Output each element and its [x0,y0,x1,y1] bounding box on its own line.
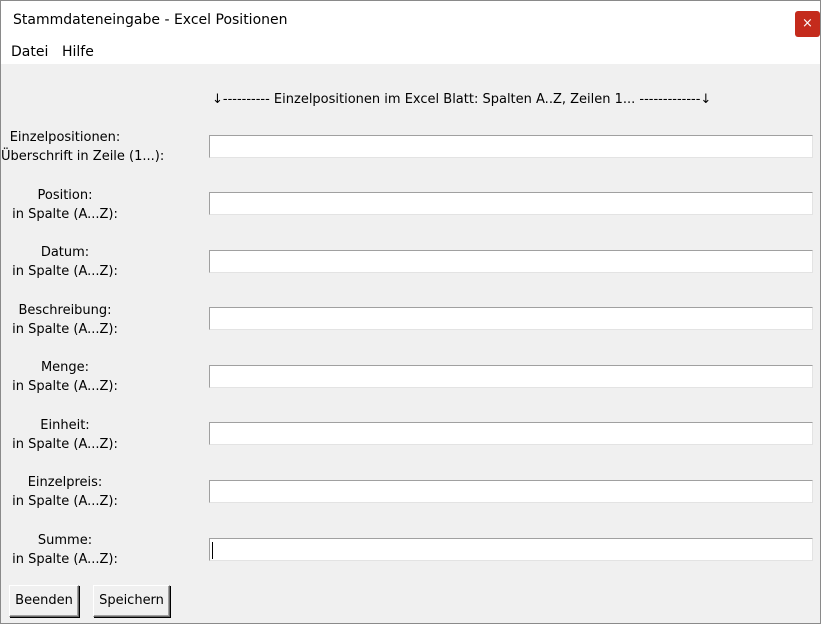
label-line-2: Überschrift in Zeile (1...): [1,149,165,164]
unit-column-input[interactable] [209,422,813,445]
label-line-2: in Spalte (A...Z): [12,494,118,509]
quantity-column-input[interactable] [209,365,813,388]
text-caret [212,542,213,559]
menu-item-hilfe[interactable]: Hilfe [62,44,94,60]
label-heading-row: Einzelpositionen: Überschrift in Zeile (… [1,128,165,166]
menu-bar: Datei Hilfe [1,41,820,64]
label-quantity-column: Menge: in Spalte (A...Z): [1,358,129,396]
label-line-2: in Spalte (A...Z): [12,437,118,452]
heading-row-input[interactable] [209,135,813,158]
label-total-column: Summe: in Spalte (A...Z): [1,531,129,569]
section-header: ↓---------- Einzelpositionen im Excel Bl… [212,92,712,107]
unit-price-column-input[interactable] [209,480,813,503]
label-position-column: Position: in Spalte (A...Z): [1,186,129,224]
label-line-2: in Spalte (A...Z): [12,552,118,567]
total-column-input[interactable] [209,538,813,561]
label-unit-column: Einheit: in Spalte (A...Z): [1,416,129,454]
close-icon: × [802,16,813,31]
label-line-2: in Spalte (A...Z): [12,264,118,279]
label-line-2: in Spalte (A...Z): [12,379,118,394]
save-button[interactable]: Speichern [93,585,170,617]
label-description-column: Beschreibung: in Spalte (A...Z): [1,301,129,339]
label-line-1: Summe: [37,533,93,548]
menu-item-datei[interactable]: Datei [11,44,48,60]
label-line-1: Position: [37,188,93,203]
label-line-2: in Spalte (A...Z): [12,207,118,222]
label-line-1: Menge: [40,360,90,375]
label-date-column: Datum: in Spalte (A...Z): [1,243,129,281]
window-title: Stammdateneingabe - Excel Positionen [13,12,288,28]
label-line-2: in Spalte (A...Z): [12,322,118,337]
label-line-1: Datum: [40,245,90,260]
label-line-1: Einzelpositionen: [9,130,121,145]
label-unit-price-column: Einzelpreis: in Spalte (A...Z): [1,473,129,511]
label-line-1: Einzelpreis: [27,475,103,490]
description-column-input[interactable] [209,307,813,330]
title-bar[interactable]: Stammdateneingabe - Excel Positionen × [1,1,820,41]
dialog-window: Stammdateneingabe - Excel Positionen × D… [0,0,821,624]
close-button[interactable]: × [795,11,820,37]
label-line-1: Einheit: [40,418,90,433]
date-column-input[interactable] [209,250,813,273]
position-column-input[interactable] [209,192,813,215]
quit-button[interactable]: Beenden [9,585,79,617]
label-line-1: Beschreibung: [18,303,112,318]
